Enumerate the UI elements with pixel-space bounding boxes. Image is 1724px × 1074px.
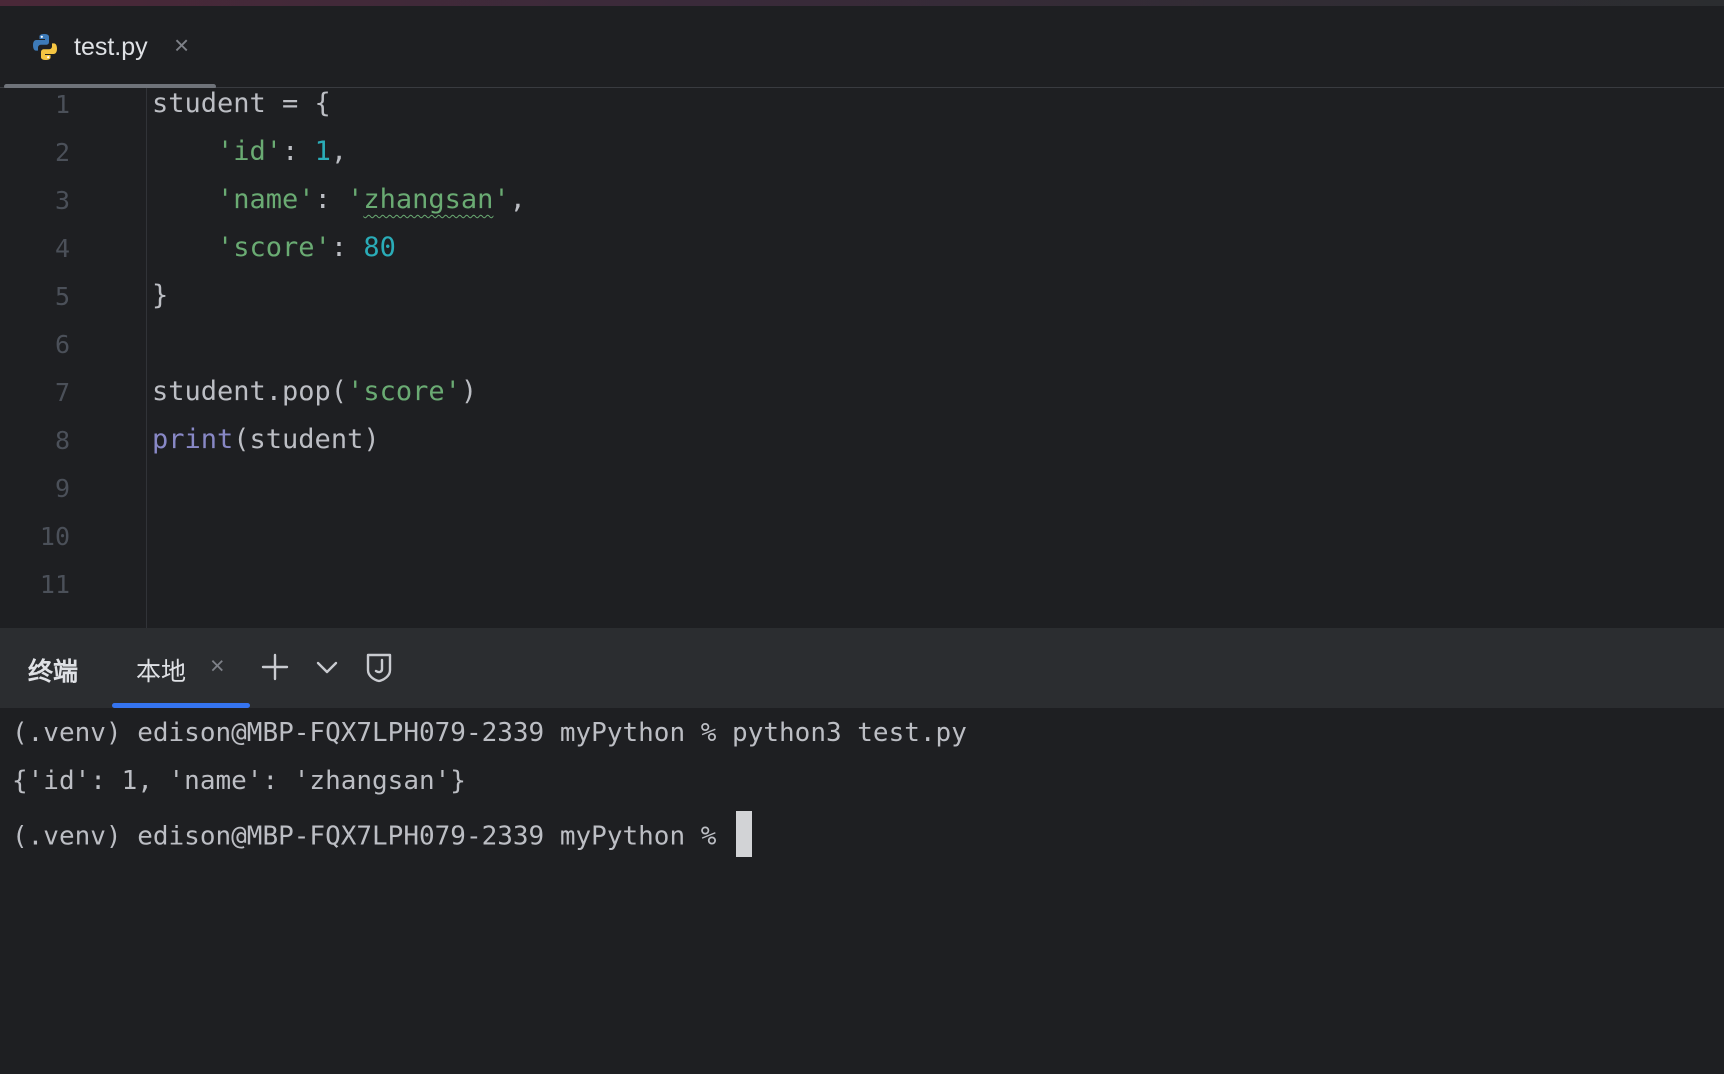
line-number: 1 [54,90,70,119]
code-editor[interactable]: 1 2 3 4 5 6 7 8 9 10 11 student = { 'id'… [0,88,1724,628]
terminal-header: 终端 本地 × [0,628,1724,708]
shield-icon[interactable] [362,650,396,684]
terminal-tab-label: 本地 [136,658,187,686]
line-number: 4 [54,234,70,263]
line-number: 3 [54,186,70,215]
terminal-line: (.venv) edison@MBP-FQX7LPH079-2339 myPyt… [12,718,967,748]
line-number: 7 [54,378,70,407]
builtin-token: print [152,424,234,455]
code-token: student.pop( [152,376,348,407]
terminal-cursor [736,811,753,857]
string-token: 'score' [217,232,331,263]
string-token: ' [493,184,510,215]
code-token: ) [460,376,478,407]
string-token: 'name' [217,184,315,215]
string-token: ' [347,184,364,215]
line-number: 10 [39,522,70,551]
string-token: 'id' [217,136,283,167]
editor-tab-bar: test.py × [0,6,1724,89]
number-token: 80 [363,232,396,263]
code-token: , [330,136,348,167]
line-number: 6 [54,330,70,359]
terminal-prompt: (.venv) edison@MBP-FQX7LPH079-2339 myPyt… [12,821,733,852]
chevron-down-icon[interactable] [310,650,344,684]
code-line-8: print(student) [152,424,380,455]
code-line-7: student.pop('score') [152,376,477,407]
line-number: 5 [54,282,70,311]
code-token: student = { [152,88,331,119]
code-line-2: 'id': 1, [152,136,347,167]
plus-icon[interactable] [258,650,292,684]
terminal-output[interactable]: (.venv) edison@MBP-FQX7LPH079-2339 myPyt… [0,708,1724,1074]
code-token: : [330,232,364,263]
code-token: : [314,184,348,215]
line-number: 11 [39,570,70,599]
terminal-line: {'id': 1, 'name': 'zhangsan'} [12,766,466,796]
line-number: 9 [54,474,70,503]
close-icon[interactable]: × [174,32,189,58]
code-token: : [282,136,315,167]
code-line-5: } [152,280,168,311]
python-file-icon [33,34,57,60]
number-token: 1 [314,136,331,167]
line-number: 8 [54,426,70,455]
close-icon[interactable]: × [210,652,225,681]
terminal-prompt-line: (.venv) edison@MBP-FQX7LPH079-2339 myPyt… [12,811,753,860]
code-line-4: 'score': 80 [152,232,396,263]
spellcheck-word: zhangsan [363,184,494,215]
line-number-gutter: 1 2 3 4 5 6 7 8 9 10 11 [0,88,147,628]
code-token: (student) [233,424,380,455]
code-line-1: student = { [152,88,331,119]
code-line-3: 'name': 'zhangsan', [152,184,526,215]
code-token: , [509,184,526,215]
tab-filename: test.py [74,33,148,61]
code-token: } [152,280,169,311]
terminal-title: 终端 [28,658,79,686]
line-number: 2 [54,138,70,167]
string-token: 'score' [347,376,461,407]
editor-tab-test-py[interactable]: test.py × [4,6,216,89]
terminal-tab-local[interactable]: 本地 × [112,628,250,708]
